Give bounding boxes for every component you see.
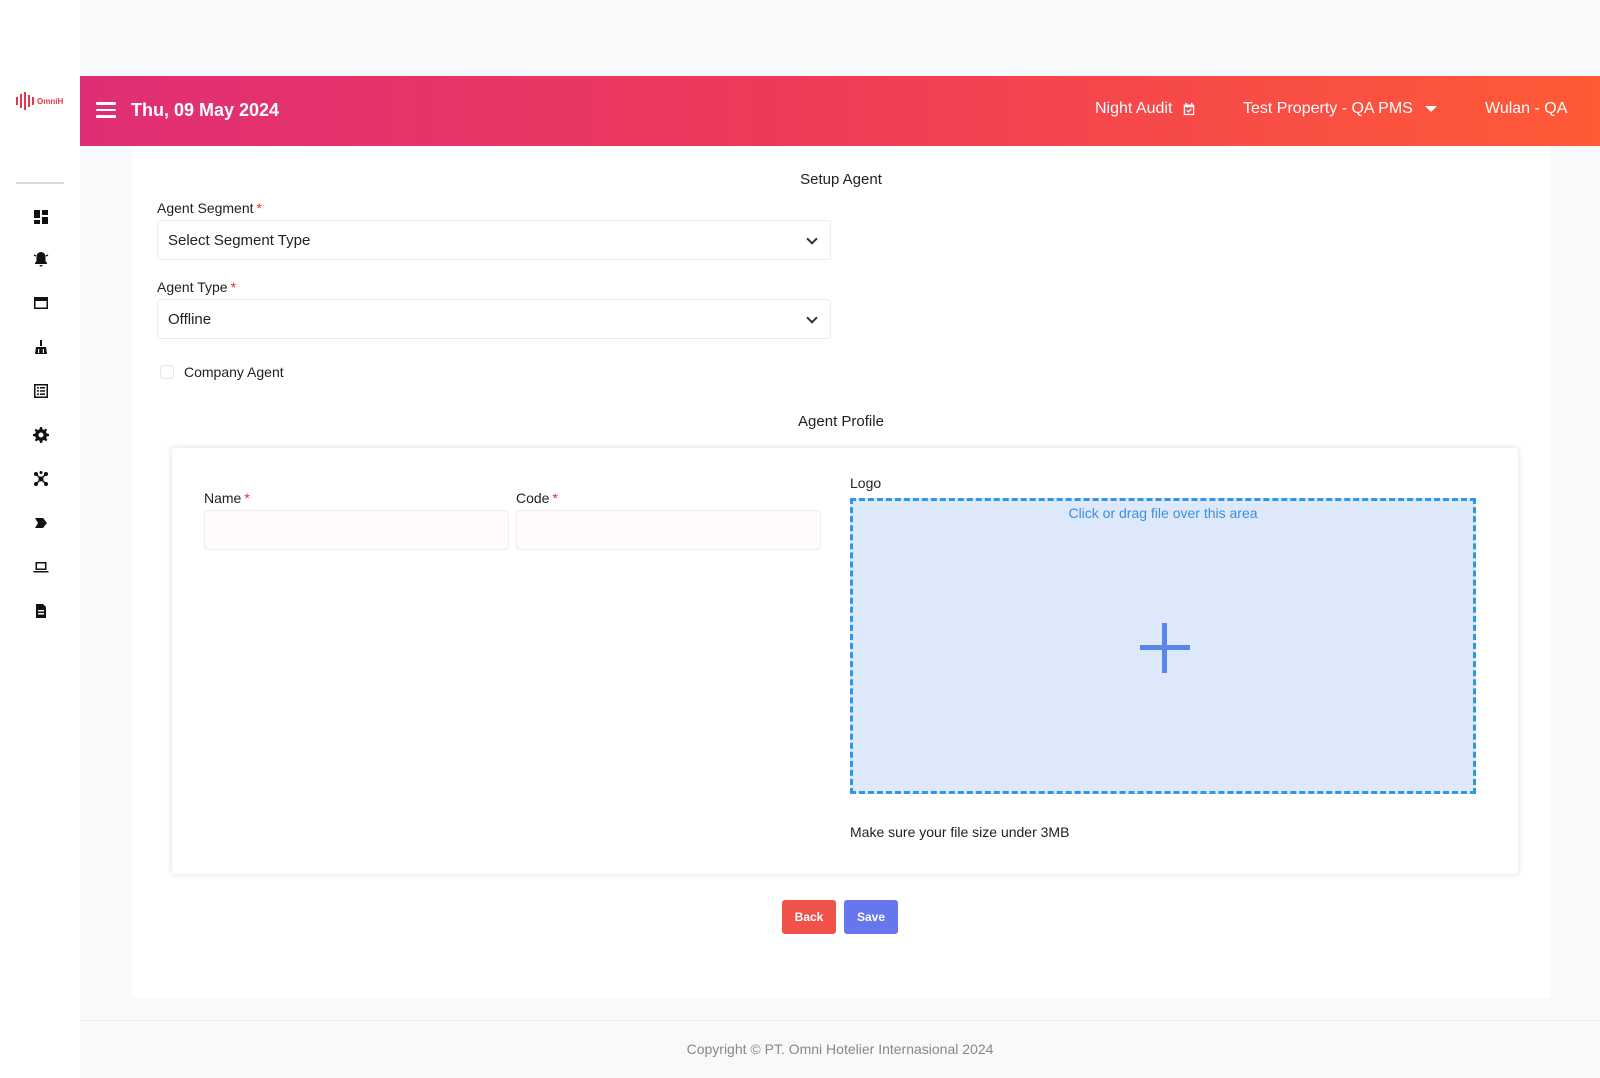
chevron-down-icon xyxy=(806,233,818,245)
sidebar-item-devices[interactable] xyxy=(30,556,52,578)
sidebar-item-housekeeping[interactable] xyxy=(30,336,52,358)
list-icon xyxy=(34,384,48,398)
sidebar-item-frontdesk[interactable] xyxy=(30,292,52,314)
name-input[interactable] xyxy=(204,510,509,550)
agent-profile-panel: Name * Code * Logo Click or drag file over… xyxy=(172,448,1518,874)
file-size-hint: Make sure your file size under 3MB xyxy=(850,824,1070,840)
agent-type-label-text: Agent Type xyxy=(157,279,228,295)
back-button[interactable]: Back xyxy=(782,900,836,934)
required-mark: * xyxy=(552,490,558,506)
footer-divider xyxy=(80,1020,1600,1021)
logo-text: OmniH xyxy=(37,96,64,106)
night-audit-button[interactable]: Night Audit xyxy=(1095,100,1196,118)
company-agent-label[interactable]: Company Agent xyxy=(184,364,284,380)
code-input[interactable] xyxy=(516,510,821,550)
dashboard-icon xyxy=(34,210,48,224)
property-name: Test Property - QA PMS xyxy=(1243,100,1413,117)
logo-mark-icon xyxy=(16,92,34,110)
required-mark: * xyxy=(256,200,262,216)
sidebar-item-alerts[interactable] xyxy=(30,248,52,270)
required-mark: * xyxy=(244,490,250,506)
setup-agent-card: Setup Agent Agent Segment * Select Segmen… xyxy=(132,146,1550,998)
caret-down-icon xyxy=(1424,106,1437,112)
sidebar-item-dashboard[interactable] xyxy=(30,206,52,228)
chevron-down-icon xyxy=(806,312,818,324)
setup-agent-title: Setup Agent xyxy=(800,171,882,188)
agent-segment-select[interactable]: Select Segment Type xyxy=(157,220,831,260)
name-label: Name * xyxy=(204,490,250,506)
agent-type-label: Agent Type * xyxy=(157,279,236,295)
plus-icon xyxy=(1140,623,1190,673)
logo-upload-dropzone[interactable]: Click or drag file over this area xyxy=(850,498,1476,794)
code-label: Code * xyxy=(516,490,558,506)
required-mark: * xyxy=(230,279,237,295)
name-label-text: Name xyxy=(204,490,242,506)
sidebar-divider xyxy=(16,182,64,184)
company-agent-checkbox[interactable] xyxy=(160,365,174,379)
agent-profile-title: Agent Profile xyxy=(798,413,884,430)
code-label-text: Code xyxy=(516,490,550,506)
agent-segment-label: Agent Segment * xyxy=(157,200,262,216)
menu-icon[interactable] xyxy=(96,102,116,118)
housekeeping-icon xyxy=(35,340,47,354)
sidebar-item-reservations[interactable] xyxy=(30,380,52,402)
laptop-icon xyxy=(33,562,49,573)
property-dropdown[interactable]: Test Property - QA PMS xyxy=(1243,100,1437,118)
business-date: Thu, 09 May 2024 xyxy=(131,100,280,120)
sidebar: OmniH xyxy=(0,0,80,1078)
agent-type-select[interactable]: Offline xyxy=(157,299,831,339)
report-icon xyxy=(36,604,46,618)
calendar-check-icon xyxy=(1184,102,1195,116)
agent-segment-label-text: Agent Segment xyxy=(157,200,254,216)
window-icon xyxy=(34,297,48,309)
sidebar-item-rates[interactable] xyxy=(30,512,52,534)
omnih-logo[interactable]: OmniH xyxy=(16,92,63,110)
agent-type-value: Offline xyxy=(168,310,212,328)
footer-copyright: Copyright © PT. Omni Hotelier Internasio… xyxy=(686,1041,994,1057)
top-header: Thu, 09 May 2024 Night Audit Test Proper… xyxy=(80,76,1600,146)
agent-segment-value: Select Segment Type xyxy=(168,231,311,249)
save-button[interactable]: Save xyxy=(844,900,898,934)
dropzone-text: Click or drag file over this area xyxy=(1068,505,1258,521)
tag-icon xyxy=(35,518,47,528)
company-agent-row: Company Agent xyxy=(160,364,284,380)
logo-label: Logo xyxy=(850,475,882,491)
gear-icon xyxy=(33,427,49,443)
night-audit-label: Night Audit xyxy=(1095,100,1173,117)
sidebar-item-reports[interactable] xyxy=(30,600,52,622)
sidebar-item-channels[interactable] xyxy=(30,468,52,490)
network-icon xyxy=(34,471,48,486)
bell-icon xyxy=(33,252,49,267)
user-menu[interactable]: Wulan - QA xyxy=(1485,100,1567,118)
sidebar-item-settings[interactable] xyxy=(30,424,52,446)
